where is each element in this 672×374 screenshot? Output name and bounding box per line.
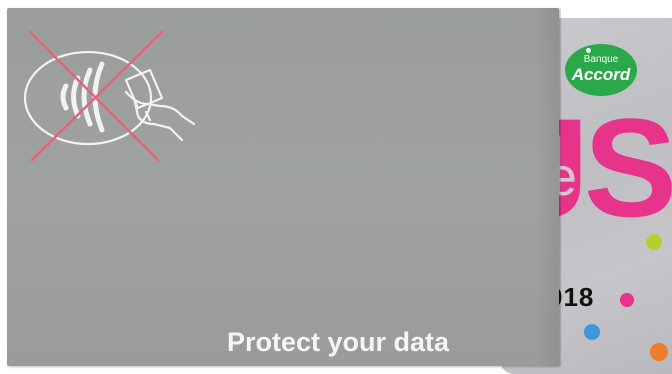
card-dot-pink xyxy=(620,293,634,307)
sleeve-opening xyxy=(535,8,561,366)
logo-dot xyxy=(586,48,591,53)
card-dot-orange xyxy=(650,343,668,361)
hand-card-icon xyxy=(124,68,196,142)
bank-logo-small-text: Banque xyxy=(583,54,619,65)
sleeve-caption: Protect your data xyxy=(227,327,450,357)
bank-logo-large-text: Accord xyxy=(571,65,631,84)
card-dot-lime xyxy=(646,234,662,250)
contactless-hand-icon xyxy=(23,30,196,162)
cross-out-icon xyxy=(28,30,164,162)
product-photo: Banque Accord JS rte 018 P xyxy=(0,0,672,374)
